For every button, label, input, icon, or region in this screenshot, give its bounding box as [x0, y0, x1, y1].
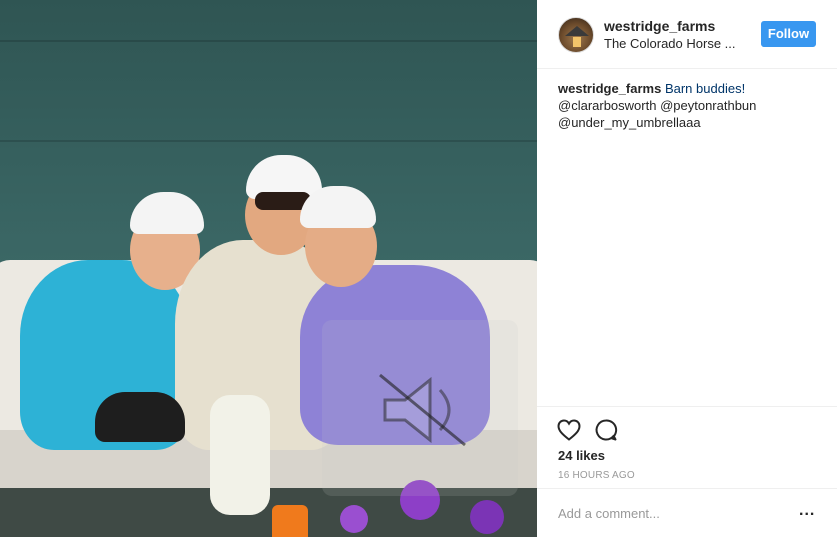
actions-panel: 24 likes 16 HOURS AGO ... — [537, 406, 837, 536]
caption: westridge_farms Barn buddies! @clararbos… — [558, 80, 818, 131]
speaker-muted-icon[interactable] — [370, 365, 470, 455]
more-options-icon[interactable]: ... — [799, 503, 815, 521]
post-timestamp[interactable]: 16 HOURS AGO — [558, 470, 635, 481]
cap-left — [130, 192, 204, 234]
caption-mention[interactable]: @clararbosworth @peytonrathbun — [558, 97, 818, 114]
heart-icon[interactable] — [557, 419, 581, 441]
flower — [340, 505, 368, 533]
location-link[interactable]: The Colorado Horse ... — [604, 36, 736, 51]
barn-avatar-icon[interactable] — [558, 17, 594, 53]
comment-box: ... — [537, 488, 837, 537]
wall-seam — [0, 40, 537, 42]
comment-icon[interactable] — [594, 418, 618, 442]
likes-count[interactable]: 24 likes — [558, 448, 605, 463]
caption-text: Barn buddies! — [664, 81, 746, 96]
wall-seam — [0, 140, 537, 142]
leg-boot — [210, 395, 270, 515]
cup — [272, 505, 308, 537]
post-sidebar: westridge_farms The Colorado Horse ... F… — [537, 0, 837, 537]
caption-username[interactable]: westridge_farms — [558, 81, 661, 96]
post-header: westridge_farms The Colorado Horse ... F… — [537, 0, 837, 69]
flower — [470, 500, 504, 534]
follow-button[interactable]: Follow — [761, 21, 816, 47]
avatar-roof — [565, 26, 589, 36]
caption-mention[interactable]: @under_my_umbrellaaa — [558, 114, 818, 131]
sneaker — [95, 392, 185, 442]
post-photo[interactable] — [0, 0, 537, 537]
username-link[interactable]: westridge_farms — [604, 18, 715, 34]
comment-input[interactable] — [558, 503, 788, 523]
avatar-door — [573, 37, 581, 47]
